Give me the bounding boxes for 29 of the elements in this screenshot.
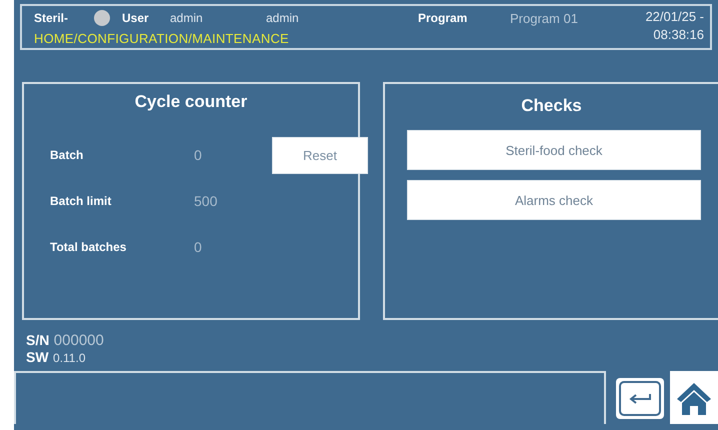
time-text: 08:38:16 — [652, 26, 704, 44]
panel-title: Checks — [520, 96, 583, 116]
reset-button[interactable]: Reset — [272, 136, 368, 174]
date-text: 22/01/25 - — [644, 8, 704, 26]
home-icon — [676, 380, 712, 414]
user-name: admin — [170, 11, 204, 25]
panel-title: Cycle counter — [134, 92, 248, 112]
user-role: admin — [266, 11, 300, 25]
program-label: Program — [418, 11, 468, 25]
program-name: Program 01 — [510, 10, 579, 26]
software-version: 0.11.0 — [53, 351, 86, 365]
counter-label: Batch limit — [50, 193, 112, 210]
user-label: User — [122, 11, 150, 25]
counter-label: Batch — [50, 147, 84, 164]
check-button[interactable]: Alarms check — [407, 180, 701, 220]
return-arrow-icon — [629, 392, 651, 404]
counter-value: 0 — [193, 147, 203, 163]
serial-number: 000000 — [54, 332, 104, 349]
counter-value: 500 — [193, 193, 218, 209]
back-button[interactable] — [616, 378, 664, 419]
counter-label: Total batches — [50, 239, 128, 256]
home-button[interactable] — [670, 371, 718, 424]
serial-label: S/N — [26, 332, 50, 348]
counter-value: 0 — [193, 239, 203, 255]
software-label: SW — [26, 349, 49, 365]
breadcrumb: HOME/CONFIGURATION/MAINTENANCE — [34, 30, 290, 46]
check-button[interactable]: Steril-food check — [407, 130, 701, 170]
status-indicator — [94, 10, 110, 26]
brand-label: Steril- — [34, 11, 70, 25]
